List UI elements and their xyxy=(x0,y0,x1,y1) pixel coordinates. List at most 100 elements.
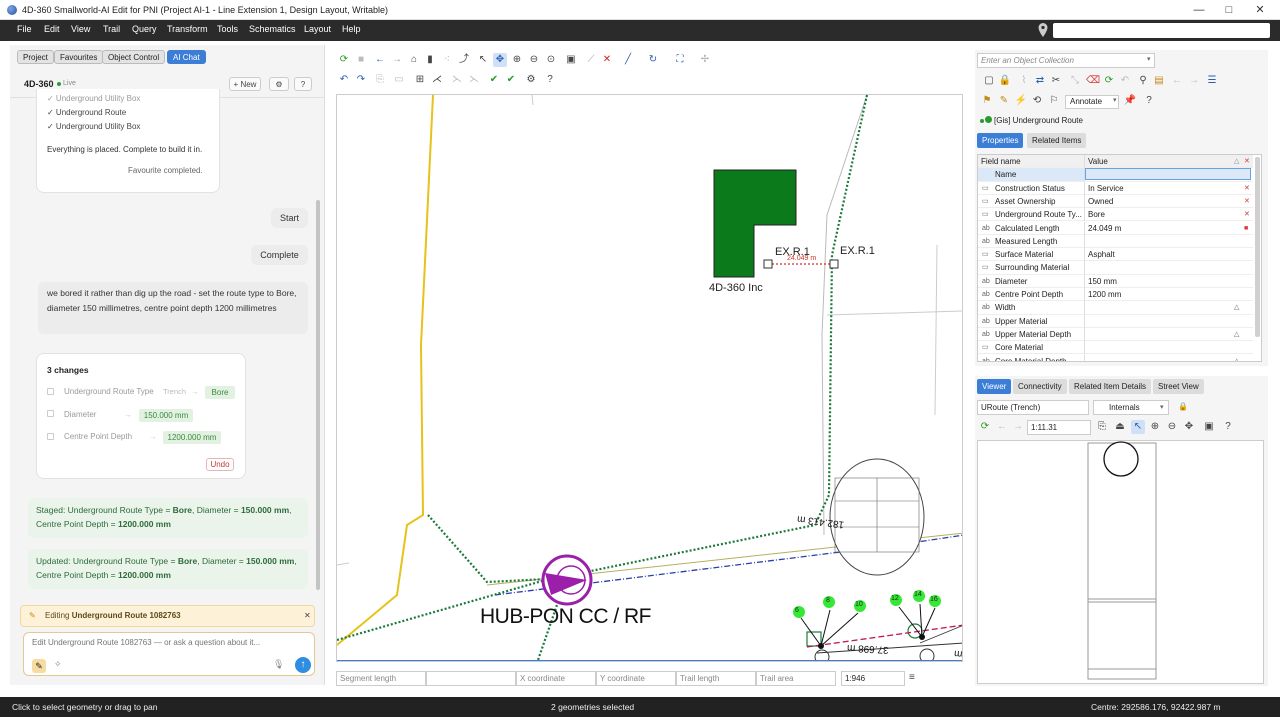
pushpin-icon[interactable]: 📌 xyxy=(1123,94,1137,108)
erase-icon[interactable]: ⌫ xyxy=(1086,74,1100,88)
cut-icon[interactable]: ✂ xyxy=(1049,74,1063,88)
refresh-icon[interactable]: ⟳ xyxy=(978,420,992,434)
stop-icon[interactable]: ■ xyxy=(354,53,368,67)
forward-icon[interactable]: → xyxy=(1011,420,1025,434)
forward-icon[interactable]: → xyxy=(390,53,404,67)
settings-gear-icon[interactable]: ⚙ xyxy=(269,77,289,91)
menu-transform[interactable]: Transform xyxy=(167,24,208,34)
back-icon[interactable]: ← xyxy=(373,53,387,67)
refresh-icon[interactable]: ⟳ xyxy=(1102,74,1116,88)
tab-related-item-details[interactable]: Related Item Details xyxy=(1069,379,1152,394)
swap-icon[interactable]: ⇄ xyxy=(1033,74,1047,88)
change-checkbox[interactable] xyxy=(47,388,54,395)
property-value[interactable]: Asphalt xyxy=(1088,248,1115,261)
microphone-icon[interactable]: 🎙 xyxy=(273,659,284,670)
rotate-icon[interactable]: ↻ xyxy=(646,53,660,67)
property-value[interactable]: In Service xyxy=(1088,182,1124,195)
tab-street-view[interactable]: Street View xyxy=(1153,379,1204,394)
eject-icon[interactable]: ⏏ xyxy=(1113,420,1127,434)
location-pin-icon[interactable] xyxy=(1037,22,1049,38)
select-arrow-icon[interactable]: ↖ xyxy=(476,53,490,67)
undo-icon[interactable]: ↶ xyxy=(337,73,351,87)
property-row[interactable]: ab Upper Material xyxy=(978,314,1253,328)
property-row[interactable]: ▭ Surface Material Asphalt xyxy=(978,248,1253,262)
close-icon[interactable]: ✕ xyxy=(304,606,311,626)
trail-icon[interactable]: ⤴ xyxy=(457,53,471,67)
bookmark-icon[interactable]: ▮ xyxy=(423,53,437,67)
viewer-scale-field[interactable]: 1:11.31 xyxy=(1027,420,1091,435)
redo-icon[interactable]: ↷ xyxy=(354,73,368,87)
menu-tools[interactable]: Tools xyxy=(217,24,238,34)
menu-file[interactable]: File xyxy=(17,24,32,34)
measure-icon[interactable]: ⟋ xyxy=(584,53,598,67)
property-row[interactable]: abName xyxy=(978,168,1253,182)
annotate-button[interactable]: Annotate xyxy=(1065,95,1119,109)
split-icon[interactable]: ⋌ xyxy=(430,73,444,87)
property-value[interactable]: Owned xyxy=(1088,195,1113,208)
link-icon[interactable]: ⌇ xyxy=(1017,74,1031,88)
internals-select[interactable]: Internals xyxy=(1093,400,1169,415)
help-icon[interactable]: ? xyxy=(1142,94,1156,108)
chevron-down-icon[interactable]: ▾ xyxy=(1160,403,1164,411)
menu-edit[interactable]: Edit xyxy=(44,24,60,34)
property-value[interactable]: Bore xyxy=(1088,208,1105,221)
properties-scrollbar[interactable] xyxy=(1255,157,1260,337)
reshape-icon[interactable]: ⋋ xyxy=(467,73,481,87)
tab-viewer[interactable]: Viewer xyxy=(977,379,1012,394)
menu-trail[interactable]: Trail xyxy=(103,24,120,34)
property-value[interactable] xyxy=(1085,168,1251,181)
zoom-out-icon[interactable]: ⊖ xyxy=(527,53,541,67)
tab-ai-chat[interactable]: AI Chat xyxy=(167,50,206,64)
property-row[interactable]: ab Centre Point Depth 1200 mm xyxy=(978,288,1253,302)
property-row[interactable]: ▭ Asset Ownership Owned ✕ xyxy=(978,194,1253,209)
property-row[interactable]: ab Calculated Length 24.049 m ■ xyxy=(978,221,1253,235)
zoom-out-icon[interactable]: ⊖ xyxy=(1165,420,1179,434)
zoom-in-icon[interactable]: ⊕ xyxy=(510,53,524,67)
send-icon[interactable]: ↑ xyxy=(295,657,311,673)
grid-icon[interactable]: ✢ xyxy=(698,53,712,67)
back-icon[interactable]: ← xyxy=(1170,74,1184,88)
snap-icon[interactable]: ⛶ xyxy=(673,53,687,67)
lock-icon[interactable]: 🔒 xyxy=(1178,402,1188,411)
help-icon[interactable]: ? xyxy=(1221,420,1235,434)
zoom-extent-icon[interactable]: ⊙ xyxy=(544,53,558,67)
insert-icon[interactable]: ⊞ xyxy=(413,73,427,87)
property-value[interactable]: 1200 mm xyxy=(1088,288,1121,301)
history-icon[interactable]: ⟲ xyxy=(1030,94,1044,108)
tab-favourites[interactable]: Favourites xyxy=(54,50,104,64)
select-arrow-icon[interactable]: ↖ xyxy=(1131,420,1145,434)
property-row[interactable]: ab Diameter 150 mm xyxy=(978,274,1253,288)
property-row[interactable]: ▭ Core Material xyxy=(978,341,1253,355)
pan-icon[interactable]: ✥ xyxy=(1182,420,1196,434)
home-icon[interactable]: ⌂ xyxy=(407,53,421,67)
edit-mode-icon[interactable]: ✎ xyxy=(32,659,46,673)
back-icon[interactable]: ← xyxy=(995,420,1009,434)
paste-icon[interactable]: ▭ xyxy=(392,73,406,87)
refresh-icon[interactable]: ⟳ xyxy=(337,53,351,67)
new-object-icon[interactable]: ▢ xyxy=(982,74,996,88)
node-icon[interactable]: ⁖ xyxy=(440,53,454,67)
accept-icon[interactable]: ✔ xyxy=(487,73,501,87)
map-drawing[interactable] xyxy=(337,95,963,662)
pin-icon[interactable]: ✧ xyxy=(54,659,62,670)
object-collection-select[interactable]: Enter an Object Collection xyxy=(977,53,1155,68)
trace-icon[interactable]: ⚡ xyxy=(1014,94,1028,108)
chat-input[interactable] xyxy=(32,638,302,647)
help-icon[interactable]: ? xyxy=(543,73,557,87)
undo-icon[interactable]: ↶ xyxy=(1118,74,1132,88)
comment-icon[interactable]: ▣ xyxy=(1202,420,1216,434)
chat-scrollbar[interactable] xyxy=(316,200,320,590)
viewer-canvas[interactable] xyxy=(977,440,1264,684)
menu-query[interactable]: Query xyxy=(132,24,157,34)
new-chat-button[interactable]: + New xyxy=(229,77,261,91)
copy-icon[interactable]: ⎘ xyxy=(1095,420,1109,434)
copy-icon[interactable]: ⎘ xyxy=(373,73,387,87)
chevron-down-icon[interactable]: ▾ xyxy=(1113,96,1117,104)
minimize-button[interactable]: — xyxy=(1187,2,1211,18)
change-checkbox[interactable] xyxy=(47,410,54,417)
bookmark-icon[interactable]: ⚐ xyxy=(1047,94,1061,108)
property-row[interactable]: ab Width △ xyxy=(978,301,1253,315)
binoculars-icon[interactable]: ⚲ xyxy=(1136,74,1150,88)
search-input[interactable] xyxy=(1053,23,1270,38)
tab-properties[interactable]: Properties xyxy=(977,133,1024,148)
